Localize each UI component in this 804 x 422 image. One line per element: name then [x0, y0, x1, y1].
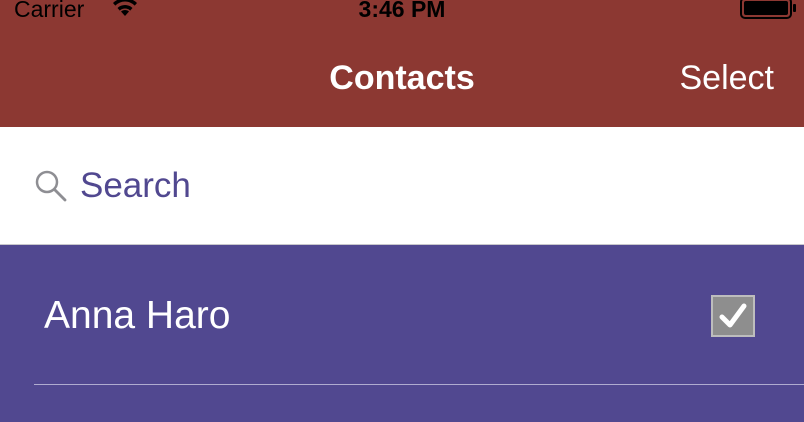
status-time: 3:46 PM	[358, 0, 446, 22]
search-bar	[0, 127, 804, 245]
status-bar: Carrier 3:46 PM	[0, 0, 804, 24]
contact-name: Anna Haro	[44, 294, 231, 337]
checkmark-icon	[719, 303, 747, 328]
search-icon	[35, 170, 67, 202]
row-separator	[34, 384, 804, 385]
search-input[interactable]	[80, 161, 770, 211]
contacts-screen: Carrier 3:46 PM Contacts Select Anna Har…	[0, 0, 804, 422]
top-bar: Carrier 3:46 PM Contacts Select	[0, 0, 804, 127]
contacts-list: Anna Haro	[0, 246, 804, 422]
select-button[interactable]: Select	[680, 58, 775, 98]
battery-icon	[740, 0, 796, 19]
list-item[interactable]: Anna Haro	[0, 246, 804, 386]
contact-checkbox[interactable]	[711, 295, 755, 337]
